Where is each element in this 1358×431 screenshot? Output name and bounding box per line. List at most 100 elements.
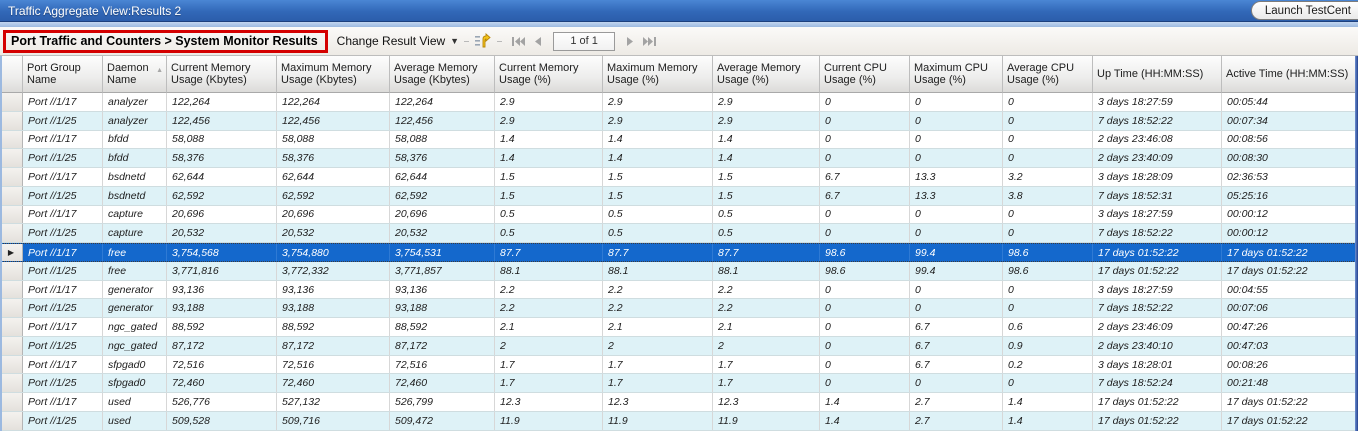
cell[interactable]: 1.5 <box>495 168 603 186</box>
cell[interactable]: 17 days 01:52:22 <box>1222 244 1358 261</box>
cell[interactable]: 98.6 <box>820 244 910 261</box>
cell[interactable]: 2.9 <box>603 93 713 111</box>
cell[interactable]: 72,460 <box>167 374 277 392</box>
cell[interactable]: 58,088 <box>167 131 277 149</box>
cell[interactable]: 87.7 <box>603 244 713 261</box>
column-header[interactable]: Port Group Name <box>23 56 103 93</box>
launch-testcenter-button[interactable]: Launch TestCent <box>1251 1 1358 20</box>
cell[interactable]: Port //1/25 <box>23 412 103 430</box>
cell[interactable]: 2.1 <box>713 318 820 336</box>
cell[interactable]: 0 <box>1003 224 1093 242</box>
cell[interactable]: 72,516 <box>277 356 390 374</box>
cell[interactable]: 0 <box>820 93 910 111</box>
cell[interactable]: 0.5 <box>495 206 603 224</box>
cell[interactable]: 2.2 <box>495 281 603 299</box>
cell[interactable]: 526,799 <box>390 393 495 411</box>
column-header[interactable]: Up Time (HH:MM:SS) <box>1093 56 1222 93</box>
cell[interactable]: ngc_gated <box>103 318 167 336</box>
table-row[interactable]: Port //1/25generator93,18893,18893,1882.… <box>0 299 1358 318</box>
cell[interactable]: 0.5 <box>495 224 603 242</box>
cell[interactable]: 17 days 01:52:22 <box>1093 412 1222 430</box>
cell[interactable]: 17 days 01:52:22 <box>1093 262 1222 280</box>
table-row[interactable]: Port //1/17bfdd58,08858,08858,0881.41.41… <box>0 131 1358 150</box>
cell[interactable]: 1.4 <box>820 412 910 430</box>
cell[interactable]: 3 days 18:28:09 <box>1093 168 1222 186</box>
row-selector[interactable] <box>0 224 23 242</box>
cell[interactable]: 527,132 <box>277 393 390 411</box>
cell[interactable]: 20,696 <box>167 206 277 224</box>
cell[interactable]: 0.5 <box>603 224 713 242</box>
cell[interactable]: 2.1 <box>495 318 603 336</box>
last-page-button[interactable] <box>642 36 657 47</box>
next-page-button[interactable] <box>626 36 635 47</box>
cell[interactable]: 0 <box>910 93 1003 111</box>
cell[interactable]: used <box>103 393 167 411</box>
row-selector[interactable] <box>0 131 23 149</box>
cell[interactable]: analyzer <box>103 112 167 130</box>
change-result-view-icon[interactable] <box>474 33 492 50</box>
cell[interactable]: bfdd <box>103 131 167 149</box>
cell[interactable]: 62,644 <box>277 168 390 186</box>
cell[interactable]: 20,532 <box>390 224 495 242</box>
cell[interactable]: 2.7 <box>910 412 1003 430</box>
cell[interactable]: 87,172 <box>277 337 390 355</box>
cell[interactable]: 2 <box>713 337 820 355</box>
cell[interactable]: Port //1/25 <box>23 224 103 242</box>
cell[interactable]: 1.7 <box>603 356 713 374</box>
cell[interactable]: sfpgad0 <box>103 374 167 392</box>
cell[interactable]: 1.7 <box>495 374 603 392</box>
cell[interactable]: 3 days 18:27:59 <box>1093 281 1222 299</box>
cell[interactable]: 2.2 <box>603 281 713 299</box>
cell[interactable]: 11.9 <box>495 412 603 430</box>
cell[interactable]: 122,456 <box>277 112 390 130</box>
cell[interactable]: 0 <box>1003 149 1093 167</box>
cell[interactable]: 17 days 01:52:22 <box>1222 262 1358 280</box>
cell[interactable]: 0 <box>820 299 910 317</box>
column-header[interactable]: Maximum CPU Usage (%) <box>910 56 1003 93</box>
cell[interactable]: 1.5 <box>603 168 713 186</box>
cell[interactable]: 0 <box>1003 112 1093 130</box>
column-header[interactable]: Daemon Name▲ <box>103 56 167 93</box>
cell[interactable]: 2.9 <box>713 112 820 130</box>
cell[interactable]: Port //1/17 <box>23 356 103 374</box>
cell[interactable]: 1.4 <box>603 131 713 149</box>
cell[interactable]: 2.9 <box>713 93 820 111</box>
row-selector[interactable] <box>0 187 23 205</box>
table-row[interactable]: Port //1/17analyzer122,264122,264122,264… <box>0 93 1358 112</box>
cell[interactable]: 2 days 23:46:08 <box>1093 131 1222 149</box>
cell[interactable]: 0 <box>1003 131 1093 149</box>
column-header[interactable]: Average Memory Usage (%) <box>713 56 820 93</box>
cell[interactable]: 3,754,880 <box>277 244 390 261</box>
cell[interactable]: 0.2 <box>1003 356 1093 374</box>
cell[interactable]: 0 <box>910 224 1003 242</box>
cell[interactable]: 526,776 <box>167 393 277 411</box>
column-header[interactable]: Maximum Memory Usage (Kbytes) <box>277 56 390 93</box>
table-row[interactable]: Port //1/17used526,776527,132526,79912.3… <box>0 393 1358 412</box>
cell[interactable]: 17 days 01:52:22 <box>1222 412 1358 430</box>
cell[interactable]: 2.2 <box>603 299 713 317</box>
cell[interactable]: 88.1 <box>713 262 820 280</box>
cell[interactable]: 0 <box>910 299 1003 317</box>
cell[interactable]: 1.4 <box>1003 393 1093 411</box>
row-selector[interactable] <box>0 337 23 355</box>
cell[interactable]: 7 days 18:52:22 <box>1093 112 1222 130</box>
cell[interactable]: 0.5 <box>713 206 820 224</box>
cell[interactable]: 20,696 <box>277 206 390 224</box>
cell[interactable]: 72,516 <box>390 356 495 374</box>
row-selector[interactable] <box>0 93 23 111</box>
cell[interactable]: 17 days 01:52:22 <box>1222 393 1358 411</box>
cell[interactable]: 1.4 <box>495 131 603 149</box>
cell[interactable]: 98.6 <box>1003 262 1093 280</box>
cell[interactable]: 0.5 <box>603 206 713 224</box>
cell[interactable]: 62,592 <box>277 187 390 205</box>
cell[interactable]: 12.3 <box>603 393 713 411</box>
cell[interactable]: 1.7 <box>495 356 603 374</box>
column-header[interactable]: Maximum Memory Usage (%) <box>603 56 713 93</box>
cell[interactable]: 3 days 18:27:59 <box>1093 206 1222 224</box>
cell[interactable]: 122,264 <box>390 93 495 111</box>
cell[interactable]: 13.3 <box>910 168 1003 186</box>
cell[interactable]: 02:36:53 <box>1222 168 1358 186</box>
cell[interactable]: 00:08:56 <box>1222 131 1358 149</box>
row-selector[interactable] <box>0 149 23 167</box>
cell[interactable]: Port //1/25 <box>23 337 103 355</box>
